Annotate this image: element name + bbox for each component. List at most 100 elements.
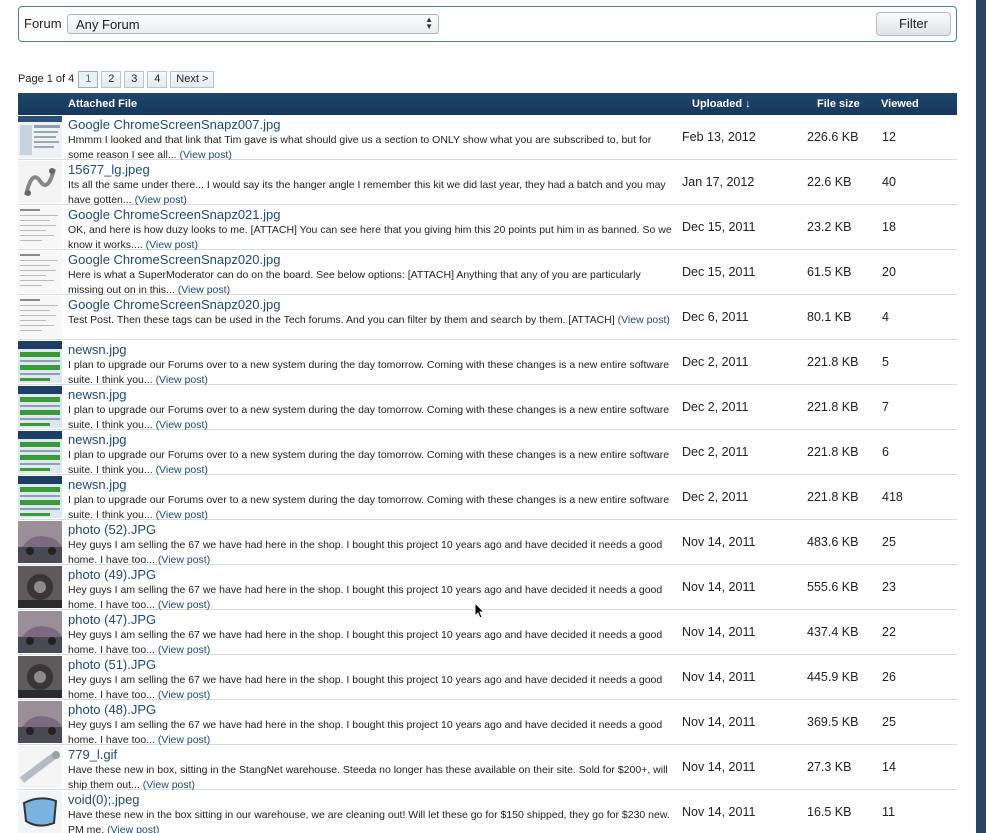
view-post-link[interactable]: (View post) (135, 194, 187, 206)
view-count: 5 (882, 355, 889, 369)
view-post-link[interactable]: (View post) (618, 314, 670, 326)
attachment-row: newsn.jpg I plan to upgrade our Forums ov… (18, 475, 957, 522)
upload-date: Nov 14, 2011 (682, 625, 756, 639)
file-size: 221.8 KB (807, 445, 859, 459)
page-1-button[interactable]: 1 (78, 70, 99, 88)
attachment-thumbnail[interactable] (18, 431, 62, 473)
file-size: 61.5 KB (807, 265, 852, 279)
forum-select[interactable]: Any Forum ▲ ▼ (67, 14, 439, 34)
attachment-thumbnail[interactable] (18, 476, 62, 518)
post-excerpt: Hey guys I am selling the 67 we have had… (68, 583, 678, 612)
filter-bar: Forum Any Forum ▲ ▼ Filter (18, 6, 957, 42)
file-size: 80.1 KB (807, 310, 852, 324)
post-excerpt: Its all the same under there... I would … (68, 178, 678, 207)
attachment-filename-link[interactable]: void(0);.jpeg (68, 792, 140, 807)
view-post-link[interactable]: (View post) (143, 779, 195, 791)
file-size: 27.3 KB (807, 760, 852, 774)
attachment-thumbnail[interactable] (18, 251, 62, 293)
attachment-filename-link[interactable]: Google ChromeScreenSnapz007.jpg (68, 117, 280, 132)
view-post-link[interactable]: (View post) (146, 239, 198, 251)
filter-button[interactable]: Filter (876, 12, 951, 36)
attachment-filename-link[interactable]: 779_l.gif (68, 747, 117, 762)
view-post-link[interactable]: (View post) (158, 689, 210, 701)
page-3-button[interactable]: 3 (124, 70, 145, 88)
attachment-thumbnail[interactable] (18, 341, 62, 383)
attachment-filename-link[interactable]: photo (48).JPG (68, 702, 156, 717)
header-uploaded[interactable]: Uploaded ↓ (692, 98, 751, 110)
view-count: 22 (882, 625, 896, 639)
file-size: 437.4 KB (807, 625, 859, 639)
attachment-thumbnail[interactable] (18, 701, 62, 743)
attachment-row: newsn.jpg I plan to upgrade our Forums ov… (18, 385, 957, 431)
file-size: 483.6 KB (807, 535, 859, 549)
header-attached-file: Attached File (68, 98, 138, 110)
file-size: 555.6 KB (807, 580, 859, 594)
attachment-filename-link[interactable]: Google ChromeScreenSnapz020.jpg (68, 252, 280, 267)
view-count: 40 (882, 175, 896, 189)
view-count: 4 (882, 310, 889, 324)
upload-date: Dec 2, 2011 (682, 490, 749, 504)
header-file-size[interactable]: File size (817, 98, 860, 110)
view-count: 11 (882, 805, 895, 819)
post-excerpt: I plan to upgrade our Forums over to a n… (68, 493, 678, 522)
attachment-filename-link[interactable]: newsn.jpg (68, 387, 127, 402)
view-post-link[interactable]: (View post) (156, 419, 208, 431)
attachment-row: void(0);.jpeg Have these new in the box s… (18, 790, 957, 833)
file-size: 445.9 KB (807, 670, 859, 684)
attachment-filename-link[interactable]: photo (47).JPG (68, 612, 156, 627)
view-post-link[interactable]: (View post) (158, 734, 210, 746)
attachment-row: Google ChromeScreenSnapz020.jpg Here is w… (18, 250, 957, 296)
view-post-link[interactable]: (View post) (156, 464, 208, 476)
attachment-thumbnail[interactable] (18, 791, 62, 833)
post-excerpt: Hmmm I looked and that link that Tim gav… (68, 133, 678, 162)
post-excerpt-text: Hmmm I looked and that link that Tim gav… (68, 134, 652, 161)
page-4-button[interactable]: 4 (147, 70, 168, 88)
view-count: 26 (882, 670, 896, 684)
attachment-thumbnail[interactable] (18, 521, 62, 563)
attachment-row: photo (47).JPG Hey guys I am selling the … (18, 610, 957, 657)
attachment-thumbnail[interactable] (18, 566, 62, 608)
pagination: Page 1 of 4 1 2 3 4 Next > (18, 70, 217, 88)
view-post-link[interactable]: (View post) (156, 374, 208, 386)
attachment-thumbnail[interactable] (18, 206, 62, 248)
post-excerpt: Hey guys I am selling the 67 we have had… (68, 628, 678, 657)
attachment-filename-link[interactable]: photo (52).JPG (68, 522, 156, 537)
view-count: 6 (882, 445, 889, 459)
view-post-link[interactable]: (View post) (158, 644, 210, 656)
attachment-filename-link[interactable]: newsn.jpg (68, 432, 127, 447)
attachment-filename-link[interactable]: 15677_lg.jpeg (68, 162, 150, 177)
page-2-button[interactable]: 2 (101, 70, 122, 88)
attachment-thumbnail[interactable] (18, 746, 62, 788)
file-size: 221.8 KB (807, 355, 859, 369)
upload-date: Nov 14, 2011 (682, 670, 756, 684)
upload-date: Nov 14, 2011 (682, 715, 756, 729)
attachment-filename-link[interactable]: newsn.jpg (68, 342, 127, 357)
attachment-thumbnail[interactable] (18, 656, 62, 698)
view-count: 23 (882, 580, 896, 594)
post-excerpt: Hey guys I am selling the 67 we have had… (68, 538, 678, 567)
attachment-thumbnail[interactable] (18, 386, 62, 428)
attachment-filename-link[interactable]: photo (49).JPG (68, 567, 156, 582)
view-post-link[interactable]: (View post) (107, 824, 159, 833)
attachment-thumbnail[interactable] (18, 296, 62, 338)
post-excerpt: Hey guys I am selling the 67 we have had… (68, 673, 678, 702)
attachment-filename-link[interactable]: photo (51).JPG (68, 657, 156, 672)
select-arrows-icon: ▲ ▼ (425, 15, 433, 31)
post-excerpt: Hey guys I am selling the 67 we have had… (68, 718, 678, 747)
view-post-link[interactable]: (View post) (158, 554, 210, 566)
attachment-filename-link[interactable]: Google ChromeScreenSnapz021.jpg (68, 207, 280, 222)
next-page-button[interactable]: Next > (170, 70, 215, 88)
header-viewed[interactable]: Viewed (881, 98, 919, 110)
attachment-row: 779_l.gif Have these new in box, sitting … (18, 745, 957, 791)
view-post-link[interactable]: (View post) (158, 599, 210, 611)
attachment-thumbnail[interactable] (18, 161, 62, 203)
attachment-filename-link[interactable]: newsn.jpg (68, 477, 127, 492)
view-count: 418 (882, 490, 903, 504)
view-post-link[interactable]: (View post) (178, 284, 230, 296)
attachment-filename-link[interactable]: Google ChromeScreenSnapz020.jpg (68, 297, 280, 312)
file-size: 22.6 KB (807, 175, 852, 189)
view-post-link[interactable]: (View post) (179, 149, 231, 161)
attachment-thumbnail[interactable] (18, 611, 62, 653)
attachment-thumbnail[interactable] (18, 116, 62, 158)
view-post-link[interactable]: (View post) (156, 509, 208, 521)
